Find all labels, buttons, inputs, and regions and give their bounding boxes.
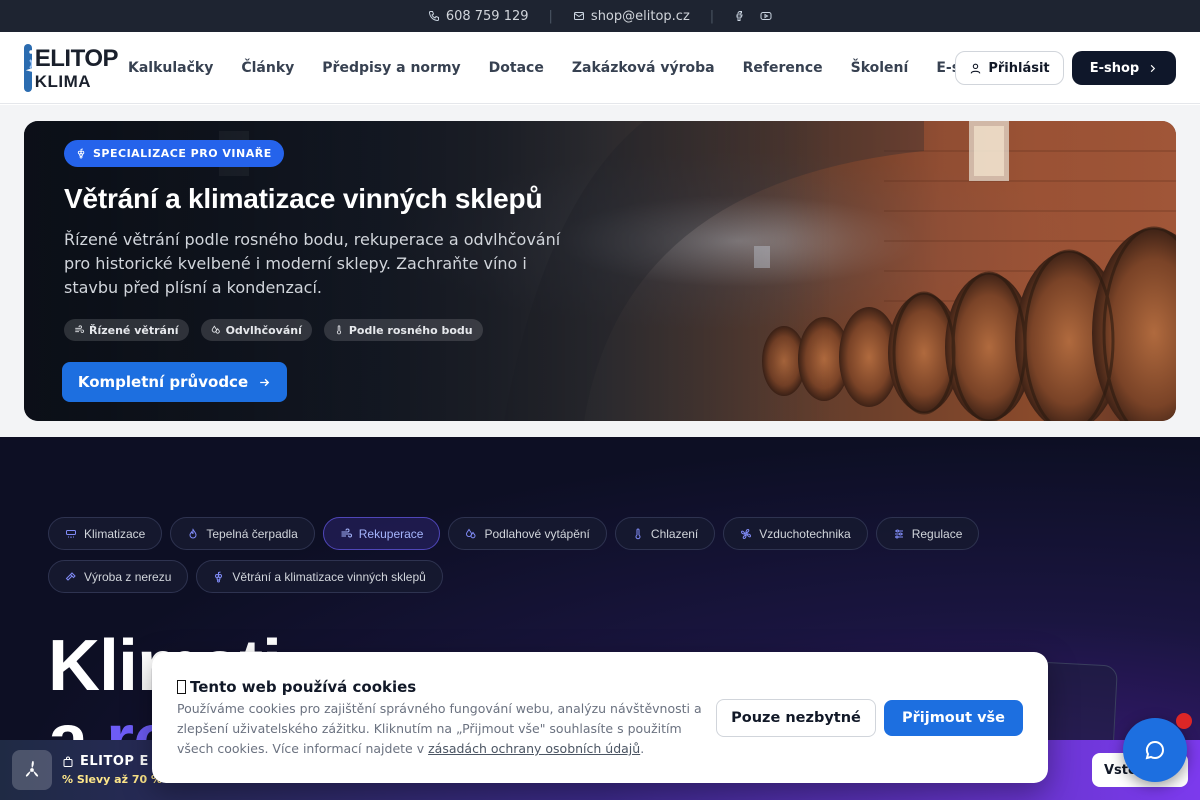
hero-section: SPECIALIZACE PRO VINAŘE Větrání a klimat… (0, 105, 1200, 437)
nav-item-dotace[interactable]: Dotace (475, 60, 558, 76)
divider: | (548, 8, 553, 24)
chat-button[interactable] (1123, 718, 1187, 782)
bag-icon (63, 756, 73, 767)
grapes-icon (215, 571, 223, 582)
fan-icon (12, 750, 52, 790)
email-address: shop@elitop.cz (590, 8, 690, 24)
user-icon (970, 63, 981, 74)
ac-icon (66, 529, 76, 538)
chat-bubble-icon (1145, 740, 1164, 760)
hero-subtitle: Řízené větrání podle rosného bodu, rekup… (64, 230, 561, 297)
youtube-icon[interactable] (760, 10, 772, 22)
category-chips: Klimatizace Tepelná čerpadla Rekuperace … (48, 517, 1008, 593)
facebook-icon[interactable] (734, 10, 746, 22)
cookie-icon (177, 680, 186, 694)
chip-regulace[interactable]: Regulace (875, 517, 980, 550)
chevron-right-icon (1150, 64, 1156, 72)
notification-dot (1176, 713, 1192, 729)
contact-bar: 608 759 129 | shop@elitop.cz | (0, 0, 1200, 32)
wind-icon (341, 528, 352, 537)
tag-dew-point: Podle rosného bodu (323, 319, 483, 341)
phone-link[interactable]: 608 759 129 (428, 9, 529, 24)
phone-number: 608 759 129 (445, 8, 529, 24)
arrow-right-icon (260, 378, 270, 386)
logo[interactable]: ELITOP KLIMA (24, 43, 119, 93)
tag-dehumidification: Odvlhčování (200, 319, 312, 341)
chip-vzduchotechnika[interactable]: Vzduchotechnika (723, 517, 868, 550)
nav-item-clanky[interactable]: Články (227, 60, 308, 76)
necessary-only-button[interactable]: Pouze nezbytné (716, 699, 876, 737)
main-header: ELITOP KLIMA Kalkulačky Články Předpisy … (0, 32, 1200, 104)
mail-icon (573, 12, 584, 20)
hero-tags: Řízené větrání Odvlhčování Podle rosného… (64, 319, 483, 341)
tag-controlled-ventilation: Řízené větrání (64, 319, 189, 341)
cookie-title: Tento web používá cookies (177, 678, 416, 696)
wind-icon (75, 325, 84, 333)
nav-item-kalkulacky[interactable]: Kalkulačky (114, 60, 227, 76)
nav-item-predpisy[interactable]: Předpisy a normy (308, 60, 474, 76)
promo-title: ELITOP E (62, 754, 149, 769)
specialization-badge: SPECIALIZACE PRO VINAŘE (64, 140, 284, 167)
chip-podlahove-vytapeni[interactable]: Podlahové vytápění (448, 517, 607, 550)
eshop-button[interactable]: E-shop (1072, 51, 1176, 85)
promo-subtitle: % Slevy až 70 % (62, 773, 162, 786)
privacy-policy-link[interactable]: zásadách ochrany osobních údajů (428, 741, 640, 756)
cookie-description: Používáme cookies pro zajištění správnéh… (177, 701, 702, 756)
drops-icon (466, 528, 476, 538)
guide-button[interactable]: Kompletní průvodce (62, 362, 287, 402)
flame-icon (189, 527, 197, 538)
phone-icon (428, 11, 439, 22)
chip-klimatizace[interactable]: Klimatizace (48, 517, 163, 550)
chip-chlazeni[interactable]: Chlazení (614, 517, 716, 550)
login-button[interactable]: Přihlásit (955, 51, 1064, 85)
accept-all-button[interactable]: Přijmout vše (884, 700, 1023, 736)
hero-title: Větrání a klimatizace vinných sklepů (64, 183, 543, 214)
chip-vinne-sklepy[interactable]: Větrání a klimatizace vinných sklepů (196, 560, 443, 593)
main-nav: Kalkulačky Články Předpisy a normy Dotac… (114, 32, 1004, 104)
thermometer-icon (336, 325, 341, 335)
divider: | (709, 8, 715, 24)
grapes-icon (77, 148, 85, 159)
email-link[interactable]: shop@elitop.cz (573, 9, 690, 24)
fan-icon (741, 528, 752, 539)
nav-item-skoleni[interactable]: Školení (837, 60, 923, 76)
social-links (734, 10, 772, 22)
chip-rekuperace[interactable]: Rekuperace (322, 517, 441, 550)
cookie-banner: Tento web používá cookies Používáme cook… (152, 652, 1048, 783)
thermometer-icon (635, 528, 641, 539)
hero-banner: SPECIALIZACE PRO VINAŘE Větrání a klimat… (24, 121, 1176, 421)
hammer-icon (65, 571, 76, 581)
logo-wordmark: ELITOP KLIMA (34, 44, 119, 91)
chip-tepelna-cerpadla[interactable]: Tepelná čerpadla (170, 517, 315, 550)
drops-icon (211, 325, 220, 334)
logo-mark (24, 44, 32, 92)
chip-vyroba-z-nerezu[interactable]: Výroba z nerezu (48, 560, 189, 593)
nav-item-zakazkova-vyroba[interactable]: Zakázková výroba (558, 60, 729, 76)
sliders-icon (894, 529, 903, 538)
nav-item-reference[interactable]: Reference (729, 60, 837, 76)
